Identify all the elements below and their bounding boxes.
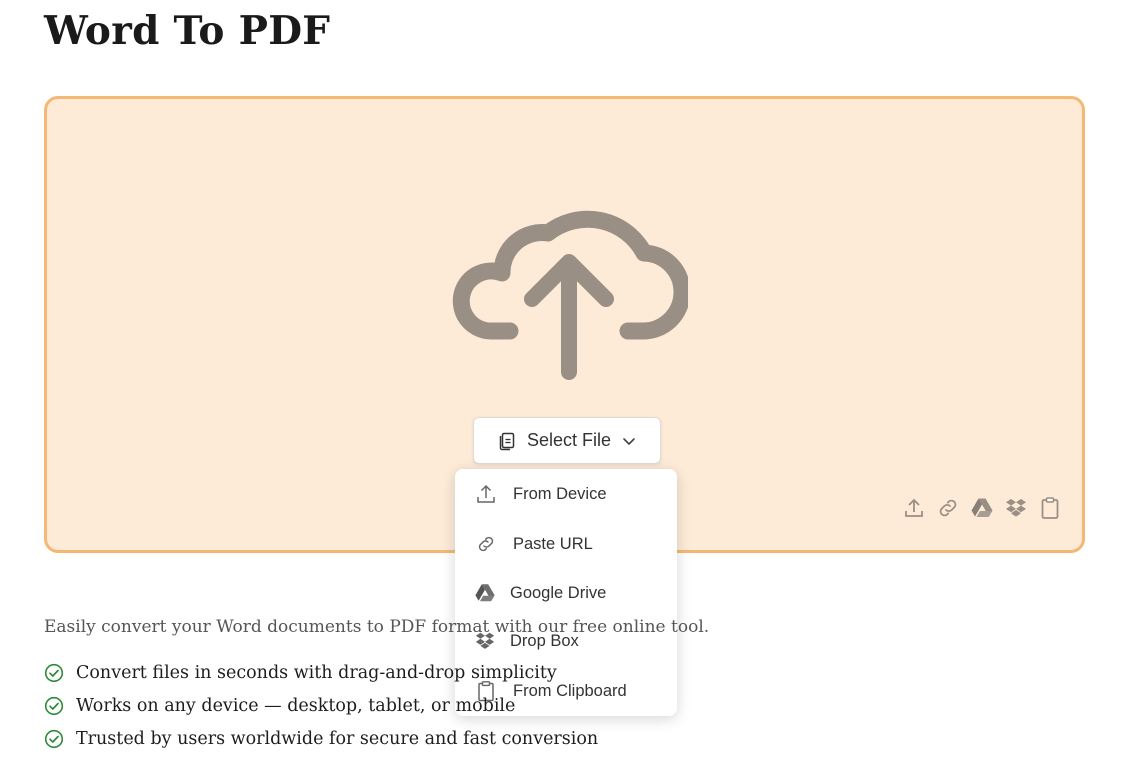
link-icon — [478, 536, 494, 552]
feature-item: Works on any device — desktop, tablet, o… — [44, 689, 598, 722]
cloud-upload-icon — [452, 210, 688, 380]
menu-item-paste-url[interactable]: Paste URL — [455, 524, 677, 564]
google-drive-icon — [475, 584, 495, 602]
check-circle-icon — [44, 729, 64, 748]
upload-icon — [477, 484, 495, 503]
link-icon[interactable] — [936, 496, 960, 520]
feature-item: Convert files in seconds with drag-and-d… — [44, 656, 598, 689]
menu-item-label: Paste URL — [513, 534, 593, 553]
tool-description: Easily convert your Word documents to PD… — [44, 617, 710, 637]
feature-text: Convert files in seconds with drag-and-d… — [76, 662, 557, 683]
dropbox-icon[interactable] — [1004, 496, 1028, 520]
quick-upload-icons — [902, 496, 1062, 520]
upload-icon[interactable] — [902, 496, 926, 520]
feature-text: Works on any device — desktop, tablet, o… — [76, 695, 516, 716]
feature-item: Trusted by users worldwide for secure an… — [44, 722, 598, 755]
menu-item-label: Google Drive — [510, 583, 607, 602]
menu-item-google-drive[interactable]: Google Drive — [455, 573, 677, 613]
page-title: Word To PDF — [44, 8, 331, 54]
clipboard-icon[interactable] — [1038, 496, 1062, 520]
check-circle-icon — [44, 696, 64, 715]
google-drive-icon[interactable] — [970, 496, 994, 520]
select-file-button[interactable]: Select File — [473, 417, 661, 464]
document-icon — [499, 432, 515, 450]
select-file-label: Select File — [526, 430, 612, 450]
feature-text: Trusted by users worldwide for secure an… — [76, 728, 599, 749]
menu-item-label: From Device — [513, 484, 607, 503]
feature-list: Convert files in seconds with drag-and-d… — [44, 656, 598, 755]
chevron-down-icon — [623, 437, 635, 445]
menu-item-from-device[interactable]: From Device — [455, 474, 677, 514]
check-circle-icon — [44, 663, 64, 682]
